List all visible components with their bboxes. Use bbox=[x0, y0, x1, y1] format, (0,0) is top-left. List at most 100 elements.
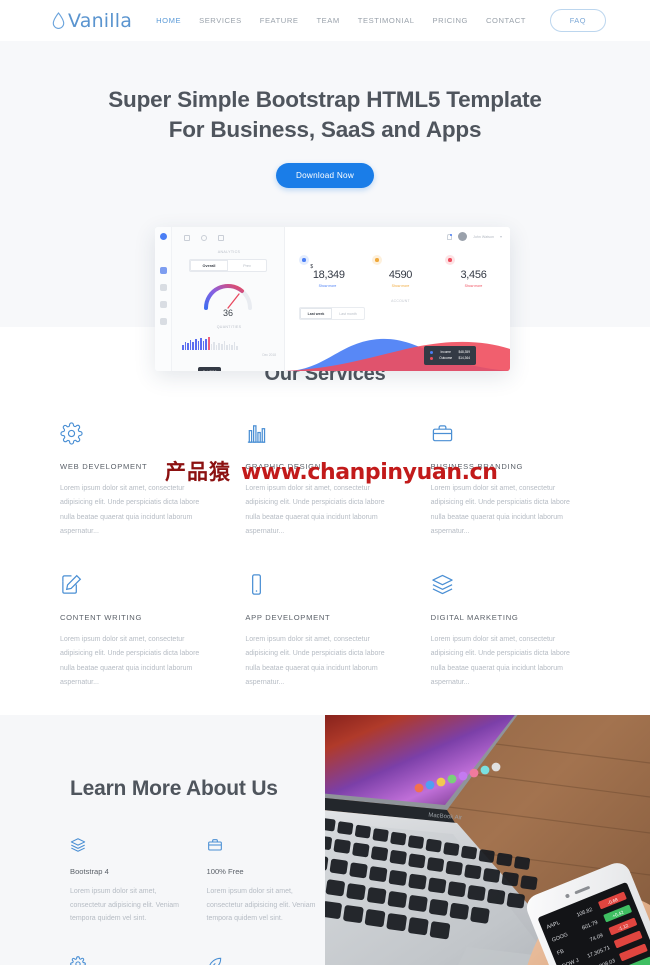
mockup-bar-chart bbox=[182, 337, 276, 350]
nav-links: HOME SERVICES FEATURE TEAM TESTIMONIAL P… bbox=[156, 16, 526, 25]
mockup-panel-label: ANALYTICS bbox=[217, 250, 241, 254]
mockup-home-icon[interactable] bbox=[159, 284, 167, 291]
service-title: CONTENT WRITING bbox=[60, 612, 143, 622]
mockup-grid-icon[interactable] bbox=[184, 235, 190, 241]
mockup-stat-cards: $18,349 Show more 4590 Show more 3,456 S… bbox=[293, 255, 502, 288]
legend-value-outcome: $14,364 bbox=[458, 355, 470, 360]
feature-title: Bootstrap 4 bbox=[70, 866, 109, 876]
range-tab-last-week[interactable]: Last week bbox=[300, 308, 332, 319]
service-card-business-branding: BUSINESS BRANDING Lorem ipsum dolor sit … bbox=[431, 422, 590, 540]
learn-more-content: Learn More About Us Bootstrap 4 Lorem ip… bbox=[0, 715, 325, 965]
mockup-bars-label: QUANTITIES bbox=[216, 325, 242, 329]
services-grid: WEB DEVELOPMENT Lorem ipsum dolor sit am… bbox=[0, 422, 650, 691]
service-card-digital-marketing: DIGITAL MARKETING Lorem ipsum dolor sit … bbox=[431, 573, 590, 691]
nav-item-home[interactable]: HOME bbox=[156, 16, 181, 25]
feature-title: 100% Free bbox=[206, 866, 244, 876]
mockup-segment-prev[interactable]: Prev bbox=[228, 260, 266, 271]
layers-icon bbox=[431, 573, 590, 597]
stat-number: 4590 bbox=[388, 269, 413, 281]
mockup-left-panel: ANALYTICS Overall Prev 36 QUANTITIES Dec… bbox=[172, 227, 285, 371]
service-text: Lorem ipsum dolor sit amet, consectetur … bbox=[60, 635, 200, 687]
bar-chart-icon bbox=[245, 422, 404, 446]
nav-item-testimonial[interactable]: TESTIMONIAL bbox=[358, 16, 415, 25]
mockup-gauge-chart bbox=[200, 280, 256, 310]
faq-button[interactable]: FAQ bbox=[549, 9, 606, 32]
mockup-chart-legend: Income $48,359 Outcome $14,364 bbox=[424, 346, 476, 365]
services-section: Our Services WEB DEVELOPMENT Lorem ipsum… bbox=[0, 327, 650, 715]
avatar[interactable] bbox=[458, 232, 468, 241]
leaf-icon bbox=[207, 956, 326, 965]
service-text: Lorem ipsum dolor sit amet, consectetur … bbox=[60, 485, 200, 536]
dashboard-mockup: ANALYTICS Overall Prev 36 QUANTITIES Dec… bbox=[155, 227, 510, 371]
chevron-down-icon[interactable]: ▾ bbox=[500, 234, 502, 239]
mockup-area-chart bbox=[285, 338, 510, 371]
service-title: WEB DEVELOPMENT bbox=[60, 462, 148, 471]
learn-more-photo: MacBook Air AAPL 106.82 -0.68 GOOG 601.7… bbox=[325, 714, 650, 965]
mockup-bar-tooltip: Feb 2019 bbox=[198, 367, 222, 371]
nav-item-feature[interactable]: FEATURE bbox=[260, 16, 299, 25]
mockup-right-panel: John Watson ▾ $18,349 Show more 4590 Sho… bbox=[285, 227, 510, 371]
learn-more-title: Learn More About Us bbox=[70, 776, 278, 800]
feature-card-easy-to-use: Easy to Use Lorem ipsum dolor sit amet, … bbox=[207, 956, 326, 965]
service-text: Lorem ipsum dolor sit amet, consectetur … bbox=[245, 635, 385, 687]
mockup-bars-footer: Dec 2018 bbox=[180, 353, 276, 357]
bell-icon[interactable] bbox=[447, 233, 453, 240]
feature-text: Lorem ipsum dolor sit amet, consectetur … bbox=[206, 887, 316, 923]
stat-show-more-link[interactable]: Show more bbox=[299, 284, 356, 288]
service-card-graphic-design: GRAPHIC DESIGN Lorem ipsum dolor sit ame… bbox=[245, 422, 404, 540]
stat-card-orders: 3,456 Show more bbox=[445, 255, 502, 288]
mockup-segmented-control[interactable]: Overall Prev bbox=[189, 259, 267, 272]
legend-swatch-income bbox=[430, 351, 433, 355]
bag-badge-icon bbox=[372, 255, 382, 265]
mockup-header: John Watson ▾ bbox=[293, 232, 502, 241]
mockup-user-name: John Watson bbox=[473, 234, 494, 239]
top-navbar: Vanilla HOME SERVICES FEATURE TEAM TESTI… bbox=[0, 0, 650, 41]
page-root: Vanilla HOME SERVICES FEATURE TEAM TESTI… bbox=[0, 0, 650, 965]
learn-more-section: Learn More About Us Bootstrap 4 Lorem ip… bbox=[0, 714, 650, 965]
stat-value: 3,456 bbox=[445, 269, 502, 281]
service-title: DIGITAL MARKETING bbox=[430, 612, 519, 622]
mockup-folder-icon[interactable] bbox=[218, 235, 224, 241]
mockup-segment-overall[interactable]: Overall bbox=[190, 260, 228, 271]
mockup-search-icon[interactable] bbox=[201, 235, 207, 241]
service-card-web-development: WEB DEVELOPMENT Lorem ipsum dolor sit am… bbox=[60, 422, 219, 540]
brand-logo[interactable]: Vanilla bbox=[52, 10, 132, 32]
service-text: Lorem ipsum dolor sit amet, consectetur … bbox=[430, 635, 570, 687]
stat-show-more-link[interactable]: Show more bbox=[445, 284, 502, 288]
pencil-square-icon bbox=[60, 573, 219, 597]
feature-card-responsive: Responsive Lorem ipsum dolor sit amet, c… bbox=[70, 955, 189, 965]
nav-item-services[interactable]: SERVICES bbox=[199, 16, 242, 25]
learn-more-features: Bootstrap 4 Lorem ipsum dolor sit amet, … bbox=[70, 837, 325, 965]
nav-item-team[interactable]: TEAM bbox=[316, 16, 339, 25]
mockup-files-icon[interactable] bbox=[159, 318, 167, 325]
mockup-toolbar bbox=[180, 233, 276, 241]
hero-title-line1: Super Simple Bootstrap HTML5 Template bbox=[108, 87, 542, 112]
stat-value: $18,349 bbox=[310, 264, 345, 281]
range-tab-last-month[interactable]: Last month bbox=[332, 308, 364, 319]
service-title: BUSINESS BRANDING bbox=[430, 462, 524, 471]
gear-icon bbox=[70, 955, 189, 965]
nav-item-pricing[interactable]: PRICING bbox=[432, 16, 468, 25]
layers-icon bbox=[70, 837, 189, 854]
mockup-account-label: ACCOUNT bbox=[391, 299, 410, 303]
mockup-dashboard-icon[interactable] bbox=[159, 267, 167, 274]
mockup-bars-footer-right: Dec 2018 bbox=[262, 353, 276, 357]
stat-show-more-link[interactable]: Show more bbox=[372, 284, 429, 288]
service-card-content-writing: CONTENT WRITING Lorem ipsum dolor sit am… bbox=[60, 573, 219, 691]
service-title: APP DEVELOPMENT bbox=[245, 612, 331, 622]
feature-text: Lorem ipsum dolor sit amet, consectetur … bbox=[70, 887, 179, 923]
service-text: Lorem ipsum dolor sit amet, consectetur … bbox=[245, 485, 385, 536]
service-text: Lorem ipsum dolor sit amet, consectetur … bbox=[430, 485, 570, 536]
mockup-sidebar bbox=[155, 227, 172, 371]
user-badge-icon bbox=[299, 255, 309, 265]
hero-section: Super Simple Bootstrap HTML5 Template Fo… bbox=[0, 41, 650, 371]
briefcase-icon bbox=[207, 837, 326, 854]
stat-value: 4590 bbox=[372, 269, 429, 281]
mobile-phone-icon bbox=[245, 573, 404, 597]
download-now-button[interactable]: Download Now bbox=[275, 163, 375, 189]
mockup-edit-icon[interactable] bbox=[159, 301, 167, 308]
water-drop-icon bbox=[52, 12, 65, 29]
stat-card-visits: 4590 Show more bbox=[372, 255, 429, 288]
nav-item-contact[interactable]: CONTACT bbox=[486, 16, 526, 25]
mockup-range-tabs[interactable]: Last week Last month bbox=[299, 307, 365, 320]
